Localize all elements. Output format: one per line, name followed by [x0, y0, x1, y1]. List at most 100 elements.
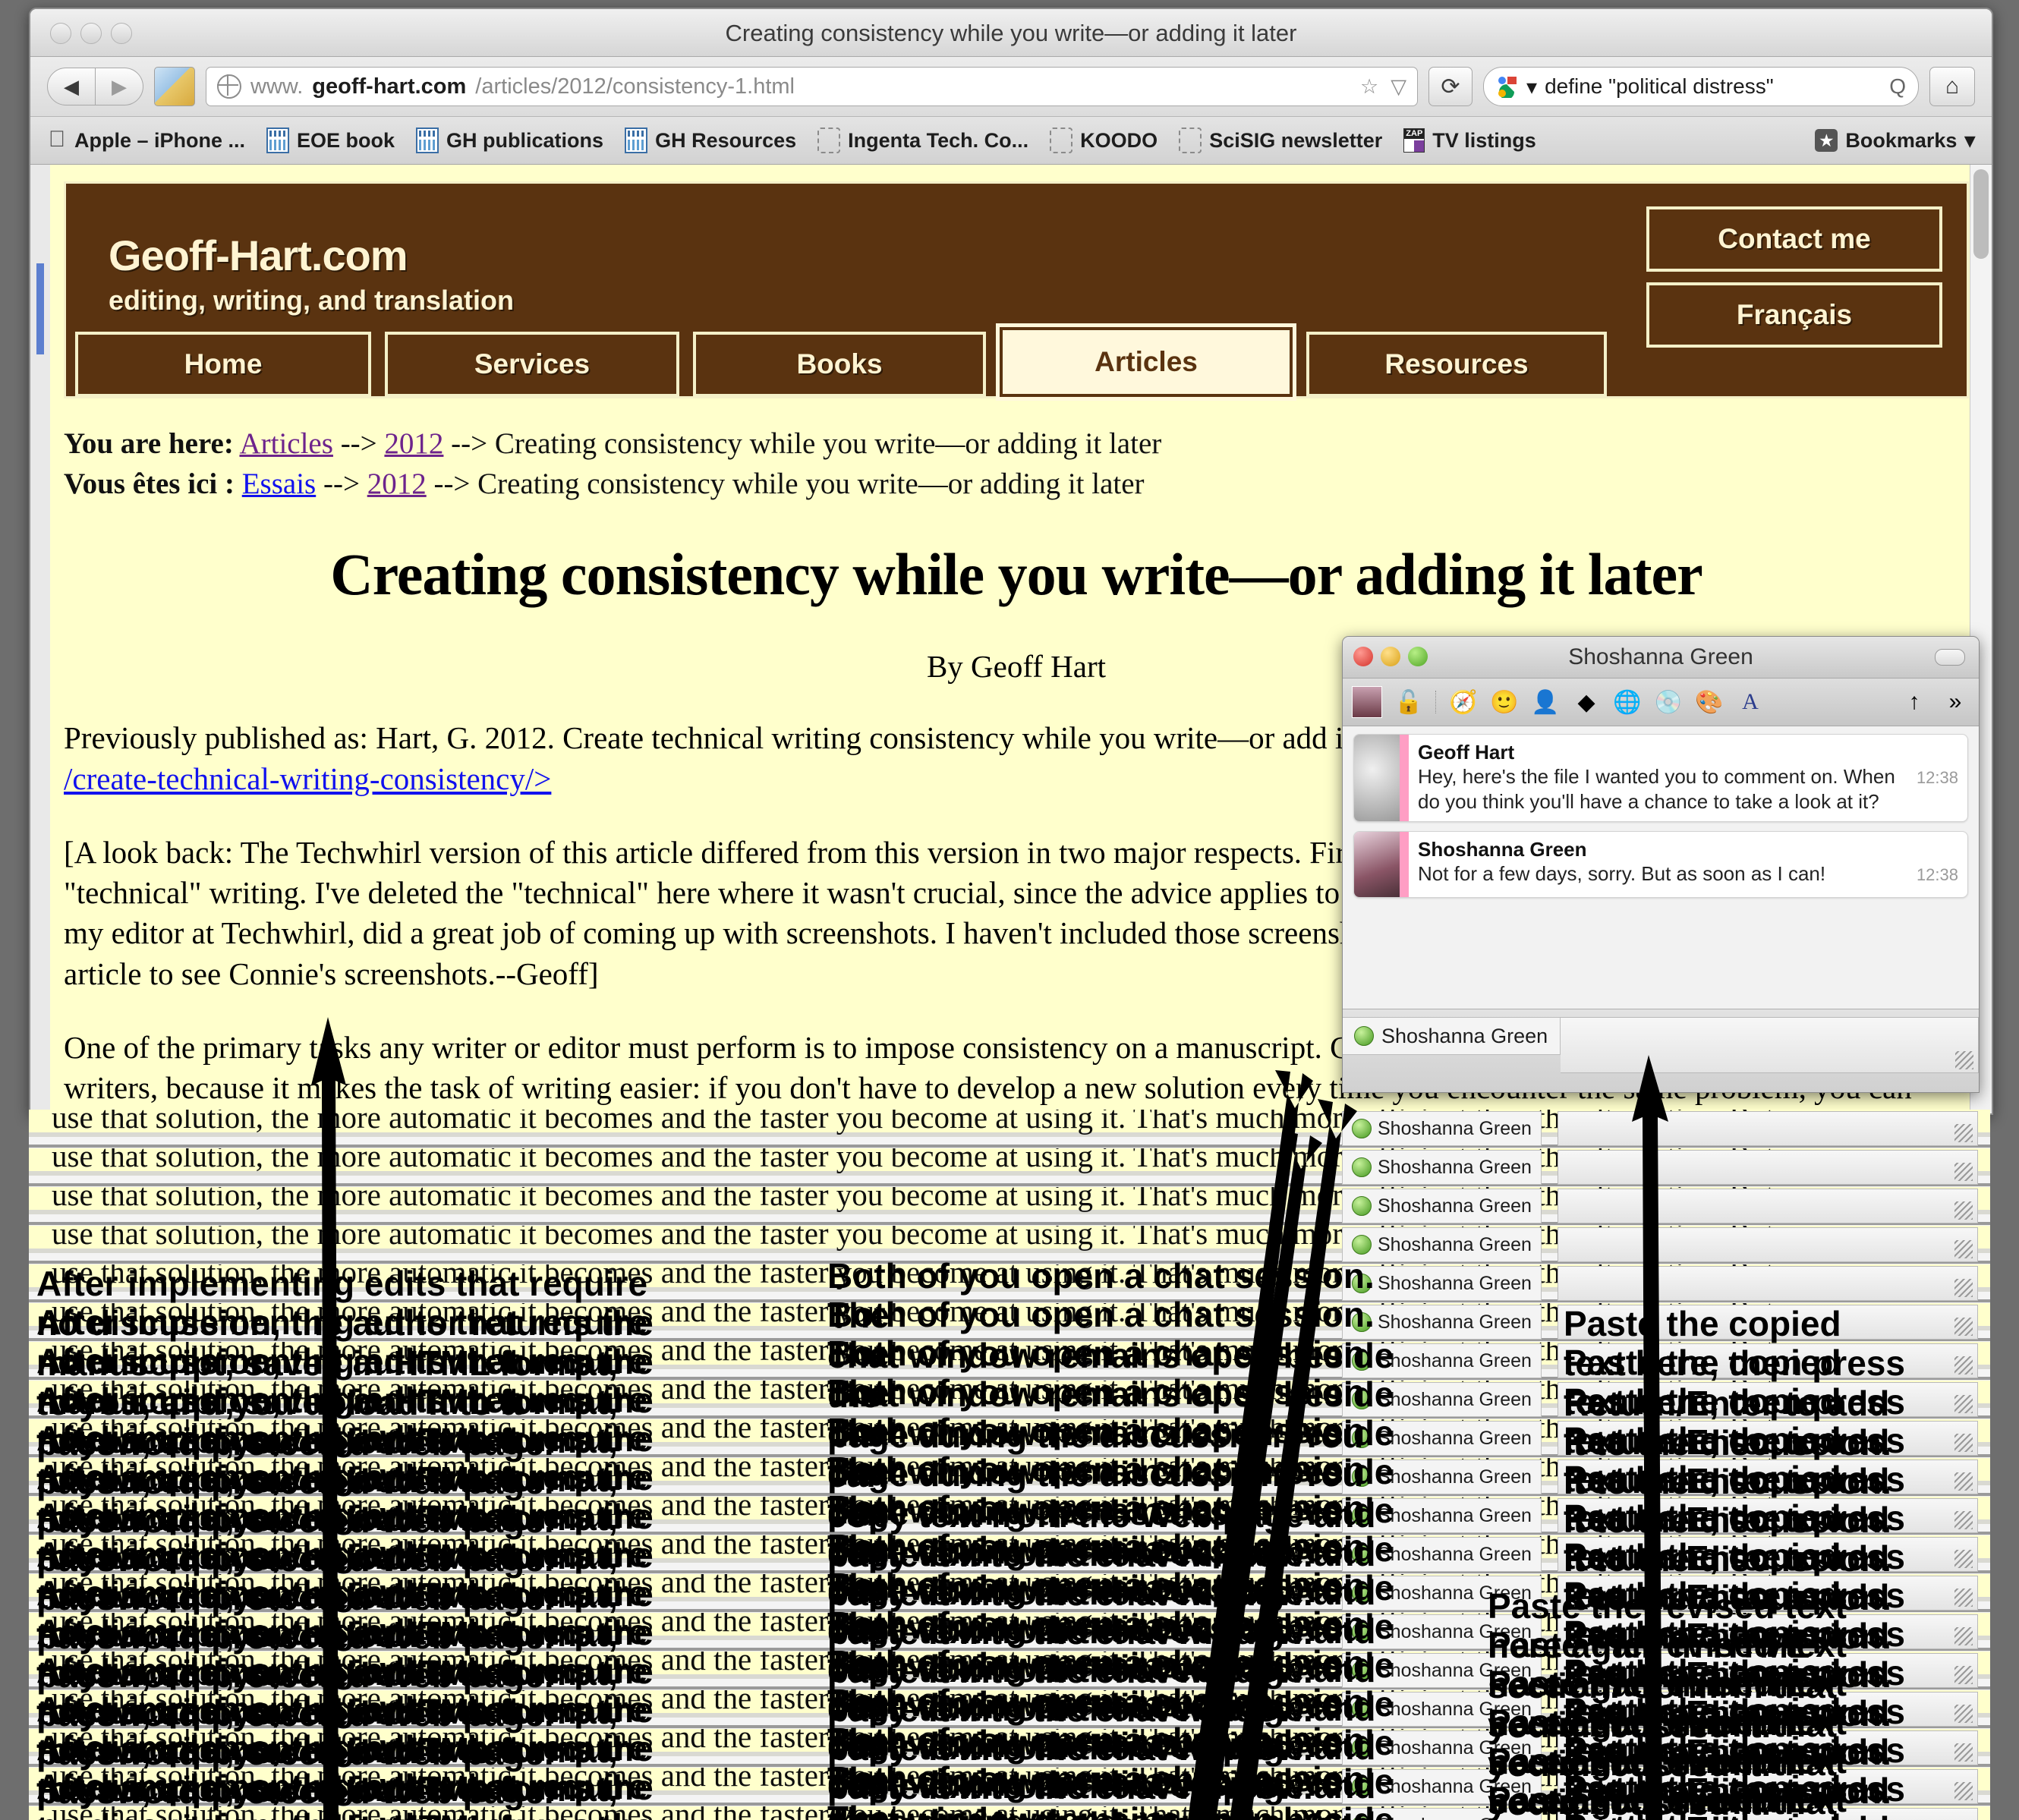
bookmark-item[interactable]: Ingenta Tech. Co...	[817, 128, 1028, 153]
prev-published-text: Previously published as: Hart, G. 2012. …	[64, 720, 1422, 756]
bookmark-item[interactable]: KOODO	[1050, 128, 1158, 153]
breadcrumb-sep: -->	[332, 427, 385, 460]
font-icon[interactable]: A	[1736, 687, 1765, 717]
chat-message-input[interactable]	[1561, 1017, 1979, 1073]
nav-item-books[interactable]: Books	[693, 332, 986, 397]
reload-button[interactable]: ⟳	[1428, 67, 1473, 106]
breadcrumb-link-articles[interactable]: Articles	[239, 427, 332, 460]
unlock-icon[interactable]: 🔓	[1394, 687, 1423, 717]
browser-toolbar: ◀ ▶ www. geoff-hart.com/articles/2012/con…	[30, 57, 1992, 117]
ichat-theater-icon[interactable]: 💿	[1654, 687, 1683, 717]
chat-toolbar: 🔓 🧭 🙂 👤 ◆ 🌐 💿 🎨 A ↑ »	[1343, 679, 1979, 726]
window-title: Creating consistency while you write—or …	[725, 20, 1297, 46]
blank-page-icon	[1179, 128, 1202, 153]
smear-status-badge: Shoshanna Green	[1342, 1150, 1542, 1185]
url-path: /articles/2012/consistency-1.html	[475, 74, 795, 99]
bookmark-item[interactable]:  Apple – iPhone ...	[47, 128, 245, 153]
chat-window-controls[interactable]	[1353, 647, 1428, 666]
nav-item-articles[interactable]: Articles	[996, 323, 1296, 401]
resize-grip	[1954, 1782, 1973, 1800]
smear-status-name: Shoshanna Green	[1378, 1195, 1532, 1217]
chat-zoom-button[interactable]	[1408, 647, 1428, 666]
resize-grip	[1954, 1589, 1973, 1607]
bookmark-label: GH publications	[446, 128, 604, 152]
resize-grip	[1954, 1356, 1973, 1374]
smear-chat-input	[1558, 1189, 1978, 1223]
bookmark-item[interactable]: GH publications	[416, 128, 603, 153]
smear-band-shadow	[29, 1148, 1990, 1188]
resize-grip	[1954, 1472, 1973, 1491]
smear-band-inner: use that solution, the more automatic it…	[29, 1187, 1990, 1226]
callout-annotation: After implementing edits that require no…	[36, 1767, 654, 1820]
status-badge[interactable]: Shoshanna Green	[1343, 1017, 1561, 1055]
send-file-icon[interactable]: ↑	[1900, 687, 1929, 717]
chevron-down-icon[interactable]: ▽	[1391, 75, 1406, 99]
shortcuts-icon[interactable]: ◆	[1572, 687, 1601, 717]
resize-grip	[1954, 1511, 1973, 1529]
bookmark-label: KOODO	[1080, 128, 1158, 152]
forward-button[interactable]: ▶	[96, 68, 143, 105]
chat-titlebar: Shoshanna Green	[1343, 637, 1979, 679]
smear-status-name: Shoshanna Green	[1378, 1233, 1532, 1255]
signpost-icon[interactable]: 🧭	[1449, 687, 1478, 717]
smear-status-name: Shoshanna Green	[1378, 1117, 1532, 1139]
color-wheel-icon[interactable]: 🎨	[1695, 687, 1724, 717]
message-accent-bar	[1400, 832, 1409, 897]
breadcrumb: You are here: Articles --> 2012 --> Crea…	[64, 424, 1969, 504]
contact-me-button[interactable]: Contact me	[1646, 206, 1942, 272]
bookmark-label: SciSIG newsletter	[1209, 128, 1383, 152]
site-brand: Geoff-Hart.com editing, writing, and tra…	[109, 231, 514, 316]
home-button[interactable]: ⌂	[1929, 67, 1975, 106]
smear-band-chat: Shoshanna Green	[1342, 1226, 1978, 1265]
resize-grip	[1954, 1666, 1973, 1684]
bookmark-item[interactable]: GH Resources	[625, 128, 796, 153]
nav-item-home[interactable]: Home	[75, 332, 371, 397]
block-user-icon[interactable]: 👤	[1531, 687, 1560, 717]
chat-message: Shoshanna Green Not for a few days, sorr…	[1353, 831, 1968, 898]
chevron-down-icon[interactable]: ▾	[1964, 129, 1975, 153]
bookmark-star-icon[interactable]: ☆	[1360, 75, 1378, 99]
search-dropdown-caret[interactable]: ▾	[1526, 74, 1537, 99]
resize-grip[interactable]	[1955, 1051, 1973, 1069]
smiley-icon[interactable]: 🙂	[1490, 687, 1519, 717]
message-accent-bar	[1400, 735, 1409, 821]
reader-icon[interactable]	[154, 67, 195, 106]
message-text: Not for a few days, sorry. But as soon a…	[1418, 862, 1826, 885]
nav-item-services[interactable]: Services	[385, 332, 679, 397]
avatar	[1354, 832, 1400, 897]
bookmark-label: Ingenta Tech. Co...	[848, 128, 1029, 152]
status-available-icon	[1352, 1196, 1372, 1216]
chat-window: Shoshanna Green 🔓 🧭 🙂 👤 ◆ 🌐 💿 🎨 A ↑ » Ge	[1342, 636, 1980, 1093]
nav-buttons[interactable]: ◀ ▶	[47, 68, 143, 105]
search-query[interactable]: define "political distress"	[1545, 74, 1882, 99]
buddy-picture-icon[interactable]	[1352, 686, 1382, 718]
breadcrumb-link-essais[interactable]: Essais	[242, 468, 317, 500]
search-input[interactable]: ▾ define "political distress" Q	[1483, 67, 1919, 106]
scrollbar-thumb[interactable]	[1973, 169, 1989, 259]
resize-grip	[1954, 1627, 1973, 1645]
nav-item-resources[interactable]: Resources	[1306, 332, 1607, 397]
address-bar-tools[interactable]: ☆ ▽	[1350, 75, 1406, 99]
overflow-icon[interactable]: »	[1941, 687, 1970, 717]
chat-transcript[interactable]: Geoff Hart Hey, here's the file I wanted…	[1343, 726, 1979, 1009]
chat-collapse-button[interactable]	[1935, 649, 1965, 666]
bookmark-item[interactable]: SciSIG newsletter	[1179, 128, 1382, 153]
status-available-icon	[1354, 1026, 1374, 1046]
resize-grip	[1954, 1201, 1973, 1220]
bookmark-item[interactable]: TV listings	[1403, 128, 1536, 153]
chat-minimize-button[interactable]	[1381, 647, 1400, 666]
chat-close-button[interactable]	[1353, 647, 1373, 666]
message-sender: Shoshanna Green	[1418, 838, 1587, 861]
breadcrumb-link-2012[interactable]: 2012	[384, 427, 443, 460]
search-icon[interactable]: Q	[1889, 74, 1906, 99]
address-bar[interactable]: www. geoff-hart.com/articles/2012/consist…	[206, 67, 1418, 106]
firefox-icon[interactable]: 🌐	[1613, 687, 1642, 717]
article-source-link[interactable]: /create-technical-writing-consistency/>	[64, 761, 551, 796]
bookmark-item[interactable]: EOE book	[266, 128, 395, 153]
bookmarks-menu[interactable]: ★ Bookmarks ▾	[1815, 129, 1975, 153]
breadcrumb-link-2012-fr[interactable]: 2012	[367, 468, 427, 500]
globe-icon	[217, 74, 241, 99]
resize-grip	[1954, 1240, 1973, 1258]
back-button[interactable]: ◀	[47, 68, 96, 105]
message-sender: Geoff Hart	[1418, 741, 1515, 764]
